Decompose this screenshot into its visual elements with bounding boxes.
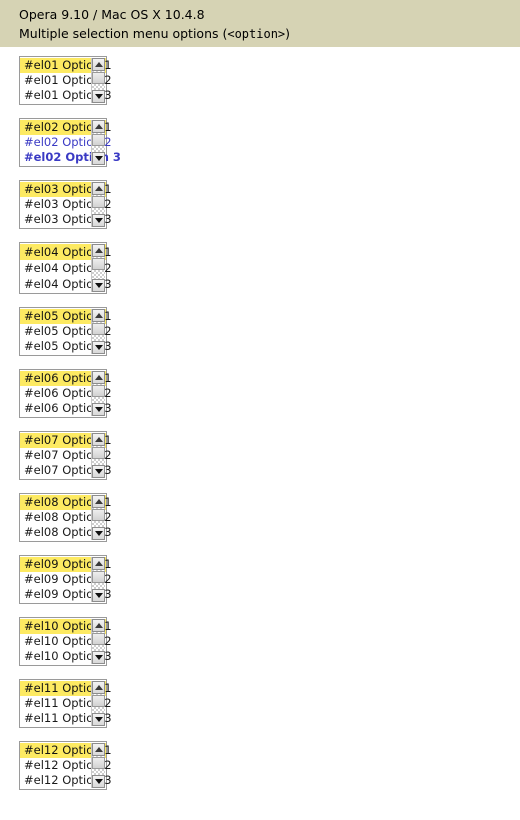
scrollbar-thumb[interactable] <box>92 509 105 521</box>
triangle-up-icon <box>94 561 103 566</box>
scrollbar-thumb[interactable] <box>92 633 105 645</box>
triangle-down-icon <box>94 593 103 598</box>
scroll-up-button[interactable] <box>92 681 105 694</box>
header-subtitle-prefix: Multiple selection menu options ( <box>19 26 228 41</box>
triangle-down-icon <box>94 779 103 784</box>
scroll-up-button[interactable] <box>92 557 105 570</box>
vertical-scrollbar[interactable] <box>91 120 105 165</box>
triangle-up-icon <box>94 375 103 380</box>
vertical-scrollbar[interactable] <box>91 743 105 788</box>
page-header: Opera 9.10 / Mac OS X 10.4.8 Multiple se… <box>0 0 520 47</box>
scroll-up-button[interactable] <box>92 371 105 384</box>
scroll-down-button[interactable] <box>92 214 105 227</box>
listbox-el12[interactable]: #el12 Option 1 #el12 Option 2 #el12 Option… <box>19 741 112 790</box>
scrollbar-thumb[interactable] <box>92 695 105 707</box>
scroll-up-button[interactable] <box>92 743 105 756</box>
scroll-down-button[interactable] <box>92 465 105 478</box>
listbox-el02[interactable]: #el02 Option 1 #el02 Option 2 #el02 Option… <box>19 118 121 167</box>
triangle-up-icon <box>94 313 103 318</box>
listbox-el10[interactable]: #el10 Option 1 #el10 Option 2 #el10 Option… <box>19 617 112 666</box>
scrollbar-thumb[interactable] <box>92 757 105 769</box>
scrollbar-thumb[interactable] <box>92 323 105 335</box>
scrollbar-thumb[interactable] <box>92 571 105 583</box>
scroll-up-button[interactable] <box>92 58 105 71</box>
triangle-up-icon <box>94 186 103 191</box>
triangle-up-icon <box>94 747 103 752</box>
triangle-down-icon <box>94 407 103 412</box>
listbox-el04[interactable]: #el04 Option 1 #el04 Option 2 #el04 Option… <box>19 242 112 294</box>
vertical-scrollbar[interactable] <box>91 619 105 664</box>
scroll-up-button[interactable] <box>92 619 105 632</box>
triangle-down-icon <box>94 283 103 288</box>
scroll-down-button[interactable] <box>92 90 105 103</box>
listbox-el01[interactable]: #el01 Option 1 #el01 Option 2 #el01 Option… <box>19 56 112 105</box>
vertical-scrollbar[interactable] <box>91 681 105 726</box>
listbox-el06[interactable]: #el06 Option 1 #el06 Option 2 #el06 Option… <box>19 369 112 418</box>
vertical-scrollbar[interactable] <box>91 495 105 540</box>
scrollbar-thumb[interactable] <box>92 447 105 459</box>
triangle-down-icon <box>94 156 103 161</box>
listbox-el08[interactable]: #el08 Option 1 #el08 Option 2 #el08 Option… <box>19 493 112 542</box>
triangle-down-icon <box>94 469 103 474</box>
scroll-down-button[interactable] <box>92 279 105 292</box>
listbox-el11[interactable]: #el11 Option 1 #el11 Option 2 #el11 Option… <box>19 679 112 728</box>
scrollbar-thumb[interactable] <box>92 258 105 270</box>
triangle-down-icon <box>94 655 103 660</box>
scrollbar-thumb[interactable] <box>92 134 105 146</box>
scroll-down-button[interactable] <box>92 775 105 788</box>
scroll-up-button[interactable] <box>92 120 105 133</box>
header-subtitle: Multiple selection menu options (<option… <box>19 26 520 42</box>
vertical-scrollbar[interactable] <box>91 433 105 478</box>
scroll-down-button[interactable] <box>92 403 105 416</box>
triangle-down-icon <box>94 531 103 536</box>
scroll-down-button[interactable] <box>92 341 105 354</box>
scrollbar-thumb[interactable] <box>92 385 105 397</box>
triangle-up-icon <box>94 623 103 628</box>
triangle-up-icon <box>94 124 103 129</box>
listbox-el07[interactable]: #el07 Option 1 #el07 Option 2 #el07 Option… <box>19 431 112 480</box>
vertical-scrollbar[interactable] <box>91 244 105 292</box>
triangle-up-icon <box>94 248 103 253</box>
listbox-el09[interactable]: #el09 Option 1 #el09 Option 2 #el09 Option… <box>19 555 112 604</box>
triangle-up-icon <box>94 62 103 67</box>
scroll-down-button[interactable] <box>92 527 105 540</box>
scrollbar-thumb[interactable] <box>92 196 105 208</box>
vertical-scrollbar[interactable] <box>91 557 105 602</box>
vertical-scrollbar[interactable] <box>91 371 105 416</box>
scroll-down-button[interactable] <box>92 651 105 664</box>
scroll-up-button[interactable] <box>92 495 105 508</box>
scroll-up-button[interactable] <box>92 244 105 257</box>
scrollbar-thumb[interactable] <box>92 72 105 84</box>
scroll-up-button[interactable] <box>92 309 105 322</box>
listbox-el05[interactable]: #el05 Option 1 #el05 Option 2 #el05 Option… <box>19 307 112 356</box>
listbox-collection: #el01 Option 1 #el01 Option 2 #el01 Option… <box>0 47 520 790</box>
triangle-down-icon <box>94 94 103 99</box>
header-title: Opera 9.10 / Mac OS X 10.4.8 <box>19 7 205 22</box>
vertical-scrollbar[interactable] <box>91 58 105 103</box>
scroll-down-button[interactable] <box>92 589 105 602</box>
vertical-scrollbar[interactable] <box>91 182 105 227</box>
vertical-scrollbar[interactable] <box>91 309 105 354</box>
listbox-el03[interactable]: #el03 Option 1 #el03 Option 2 #el03 Option… <box>19 180 112 229</box>
triangle-up-icon <box>94 437 103 442</box>
scroll-up-button[interactable] <box>92 433 105 446</box>
triangle-up-icon <box>94 499 103 504</box>
triangle-up-icon <box>94 685 103 690</box>
scroll-up-button[interactable] <box>92 182 105 195</box>
triangle-down-icon <box>94 345 103 350</box>
header-subtitle-code: <option> <box>227 27 286 41</box>
scroll-down-button[interactable] <box>92 713 105 726</box>
triangle-down-icon <box>94 218 103 223</box>
scroll-down-button[interactable] <box>92 152 105 165</box>
header-subtitle-suffix: ) <box>285 26 291 41</box>
triangle-down-icon <box>94 717 103 722</box>
